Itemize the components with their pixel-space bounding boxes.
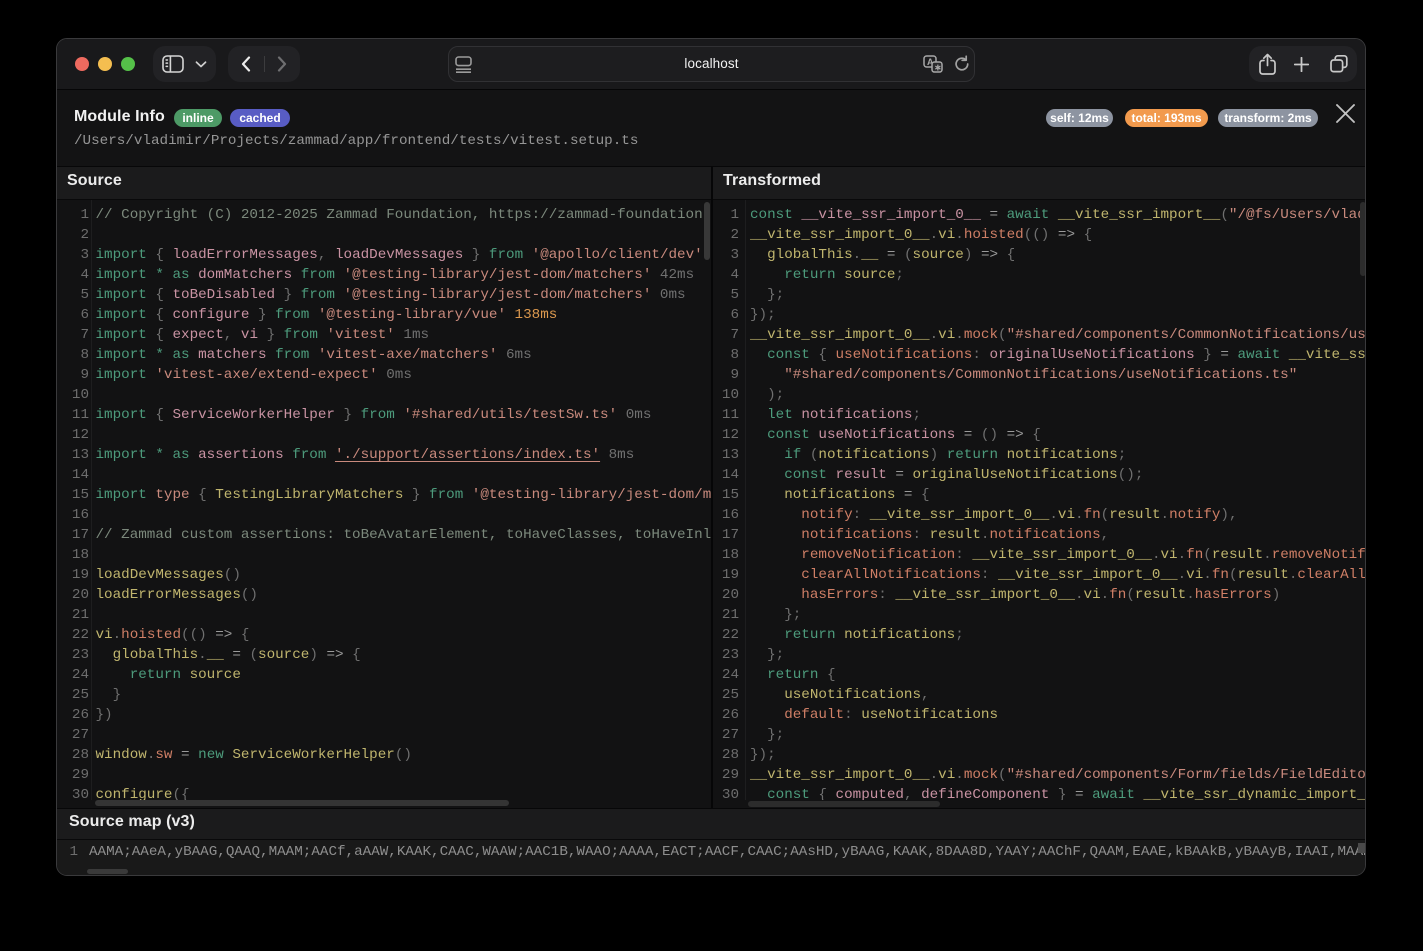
svg-text:✱: ✱ xyxy=(935,63,942,72)
